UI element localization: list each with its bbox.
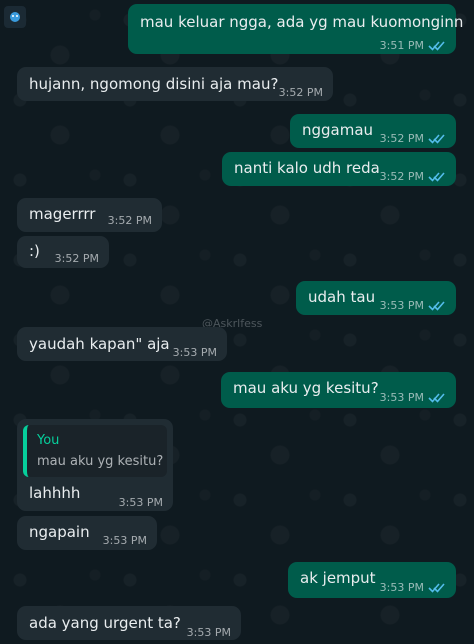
- message-meta: 3:53 PM: [187, 623, 231, 643]
- message-text: magerrrr: [29, 205, 96, 223]
- message-bubble-incoming[interactable]: hujann, ngomong disini aja mau? 3:52 PM: [17, 67, 333, 101]
- message-bubble-incoming-reply[interactable]: You mau aku yg kesitu? lahhhh 3:53 PM: [17, 419, 173, 511]
- message-time: 3:52 PM: [379, 132, 424, 145]
- message-bubble-incoming[interactable]: yaudah kapan" aja 3:53 PM: [17, 327, 227, 361]
- message-text: mau keluar ngga, ada yg mau kuomonginn: [140, 13, 464, 31]
- message-bubble-outgoing[interactable]: mau keluar ngga, ada yg mau kuomonginn 3…: [128, 4, 463, 56]
- read-ticks-icon: [428, 393, 445, 403]
- message-meta: 3:53 PM: [103, 531, 147, 551]
- message-time: 3:52 PM: [107, 214, 152, 227]
- message-meta: 3:51 PM: [380, 36, 446, 56]
- message-text: hujann, ngomong disini aja mau?: [29, 75, 279, 93]
- message-time: 3:52 PM: [278, 86, 323, 99]
- message-text: ak jemput: [300, 569, 376, 587]
- message-time: 3:53 PM: [186, 626, 231, 639]
- message-time: 3:51 PM: [379, 39, 424, 52]
- message-time: 3:52 PM: [54, 252, 99, 265]
- message-bubble-incoming[interactable]: ngapain 3:53 PM: [17, 516, 157, 550]
- message-meta: 3:52 PM: [279, 83, 323, 103]
- message-bubble-incoming[interactable]: ada yang urgent ta? 3:53 PM: [17, 606, 241, 640]
- message-meta: 3:52 PM: [380, 129, 446, 149]
- message-text: lahhhh: [29, 484, 81, 502]
- message-bubble-outgoing[interactable]: udah tau 3:53 PM: [296, 281, 456, 315]
- message-bubble-outgoing[interactable]: mau aku yg kesitu? 3:53 PM: [221, 372, 456, 408]
- app-icon: [4, 6, 26, 28]
- message-meta: 3:53 PM: [119, 493, 163, 513]
- read-ticks-icon: [428, 134, 445, 144]
- message-text: udah tau: [308, 288, 376, 306]
- read-ticks-icon: [428, 172, 445, 182]
- message-meta: 3:52 PM: [108, 211, 152, 231]
- message-bubble-outgoing[interactable]: nggamau 3:52 PM: [290, 114, 456, 148]
- message-text: ngapain: [29, 523, 90, 541]
- message-time: 3:53 PM: [102, 534, 147, 547]
- quoted-author: You: [37, 433, 60, 448]
- message-time: 3:53 PM: [379, 299, 424, 312]
- message-time: 3:53 PM: [379, 581, 424, 594]
- message-bubble-outgoing[interactable]: nanti kalo udh reda 3:52 PM: [222, 152, 456, 186]
- message-text: yaudah kapan" aja: [29, 335, 170, 353]
- message-meta: 3:53 PM: [173, 343, 217, 363]
- message-time: 3:53 PM: [379, 391, 424, 404]
- read-ticks-icon: [428, 301, 445, 311]
- message-meta: 3:52 PM: [380, 167, 446, 187]
- quoted-message[interactable]: You mau aku yg kesitu?: [23, 425, 167, 477]
- message-meta: 3:53 PM: [380, 388, 446, 408]
- message-time: 3:53 PM: [172, 346, 217, 359]
- read-ticks-icon: [428, 41, 445, 51]
- message-time: 3:52 PM: [379, 170, 424, 183]
- message-text: ada yang urgent ta?: [29, 614, 181, 632]
- quoted-text: mau aku yg kesitu?: [37, 454, 164, 469]
- message-text: nggamau: [302, 121, 374, 139]
- message-bubble-incoming[interactable]: :) 3:52 PM: [17, 236, 109, 268]
- message-bubble-outgoing[interactable]: ak jemput 3:53 PM: [288, 562, 456, 598]
- read-ticks-icon: [428, 583, 445, 593]
- message-time: 3:53 PM: [118, 496, 163, 509]
- message-meta: 3:53 PM: [380, 296, 446, 316]
- message-meta: 3:53 PM: [380, 578, 446, 598]
- message-bubble-incoming[interactable]: magerrrr 3:52 PM: [17, 198, 162, 232]
- message-text: nanti kalo udh reda: [234, 159, 380, 177]
- message-text: :): [29, 242, 40, 260]
- message-text: mau aku yg kesitu?: [233, 379, 379, 397]
- message-meta: 3:52 PM: [55, 249, 99, 269]
